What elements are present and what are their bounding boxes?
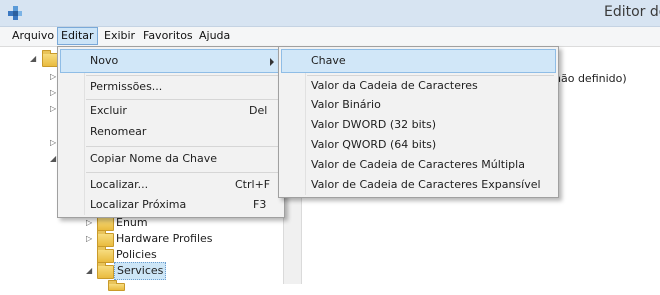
folder-icon [97,230,114,247]
registry-editor-icon [8,6,22,20]
menu-arquivo[interactable]: Arquivo [9,28,57,44]
menu-item-label: Chave [311,54,346,67]
menu-item-label: Localizar... [90,178,149,191]
collapse-icon[interactable]: ◢ [30,55,38,63]
menu-item-label: Copiar Nome da Chave [90,152,218,165]
tree-node-label: Policies [116,248,157,261]
tree-node-services[interactable]: ◢ Services [86,262,206,280]
tree-node-label-selected: Services [114,262,167,280]
menu-item-label: Renomear [90,125,147,138]
submenu-item-chave[interactable]: Chave [281,49,556,73]
submenu-item-expandable-string-value[interactable]: Valor de Cadeia de Caracteres Expansível [281,174,556,196]
menu-item-label: Valor DWORD (32 bits) [311,118,436,131]
tree-node-label: Hardware Profiles [116,232,213,245]
tree-node-hardware-profiles[interactable]: ▷ Hardware Profiles [86,230,236,247]
menu-item-label: Excluir [90,104,127,117]
menu-editar[interactable]: Editar [57,27,98,45]
menu-item-novo[interactable]: Novo [60,49,282,73]
menu-ajuda[interactable]: Ajuda [196,28,233,44]
menu-item-shortcut: Ctrl+F [235,178,271,191]
tree-node-policies[interactable]: Policies [86,246,206,263]
new-submenu: Chave Valor da Cadeia de Caracteres Valo… [278,46,559,198]
submenu-arrow-icon [270,58,274,66]
expand-icon[interactable]: ▷ [86,235,94,243]
title-bar: Editor do Registro [0,0,660,27]
folder-icon [97,214,114,231]
folder-icon [97,246,114,263]
menu-item-label: Novo [90,54,119,67]
menu-separator [86,146,280,147]
value-data-text: não definido) [554,72,627,85]
window-title: Editor do Registro [604,4,660,20]
menu-item-label: Valor Binário [311,98,381,111]
menu-item-localizar-proxima[interactable]: Localizar Próxima F3 [60,194,282,216]
menu-item-label: Localizar Próxima [90,198,187,211]
menu-item-label: Permissões... [90,80,163,93]
menu-exibir[interactable]: Exibir [101,28,138,44]
menu-item-label: Valor QWORD (64 bits) [311,138,437,151]
menu-item-copiar-nome[interactable]: Copiar Nome da Chave [60,148,282,170]
menu-separator [86,172,280,173]
submenu-item-qword-value[interactable]: Valor QWORD (64 bits) [281,134,556,156]
menu-item-permissoes[interactable]: Permissões... [60,76,282,98]
folder-icon [108,280,125,291]
expand-icon[interactable]: ▷ [86,219,94,227]
edit-menu: Novo Permissões... Excluir Del Renomear … [57,46,285,218]
submenu-item-multi-string-value[interactable]: Valor de Cadeia de Caracteres Múltipla [281,154,556,176]
menu-item-shortcut: Del [249,104,268,117]
menu-favoritos[interactable]: Favoritos [140,28,196,44]
menu-item-renomear[interactable]: Renomear [60,121,282,143]
tree-row[interactable] [97,279,127,295]
collapse-icon[interactable]: ◢ [86,267,94,275]
menu-bar: Arquivo Editar Exibir Favoritos Ajuda [0,27,660,47]
folder-icon [97,262,114,279]
menu-item-label: Valor de Cadeia de Caracteres Múltipla [311,158,525,171]
menu-item-label: Valor de Cadeia de Caracteres Expansível [311,178,541,191]
menu-item-shortcut: F3 [253,198,267,211]
submenu-item-dword-value[interactable]: Valor DWORD (32 bits) [281,114,556,136]
submenu-item-binary-value[interactable]: Valor Binário [281,94,556,116]
menu-item-excluir[interactable]: Excluir Del [60,100,282,122]
menu-item-localizar[interactable]: Localizar... Ctrl+F [60,174,282,196]
